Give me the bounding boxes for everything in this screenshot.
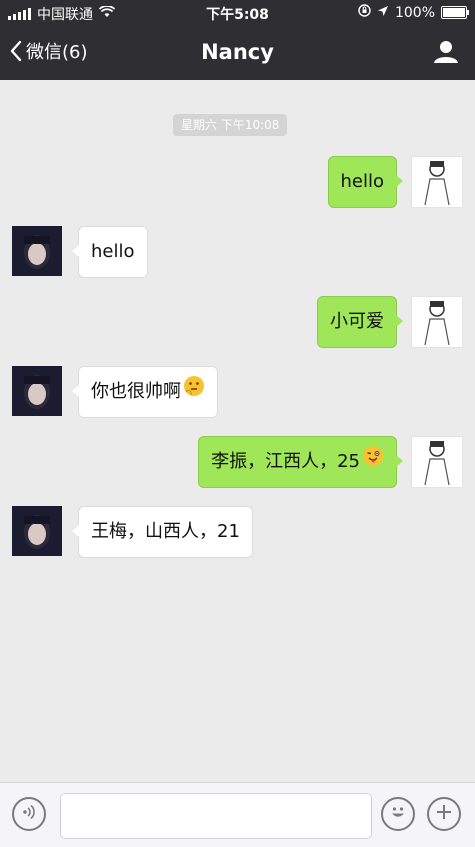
- emoji-button[interactable]: [381, 797, 415, 831]
- my-avatar[interactable]: [411, 436, 463, 488]
- contact-avatar[interactable]: [12, 506, 62, 556]
- voice-button[interactable]: [12, 797, 46, 831]
- status-right: 100%: [358, 4, 469, 21]
- message-text: 李振，江西人，25: [211, 451, 360, 472]
- sent-message-bubble[interactable]: 小可爱: [317, 296, 403, 348]
- input-bar: [0, 782, 475, 847]
- winking-tongue-emoji: [362, 437, 384, 487]
- chat-title: Nancy: [201, 40, 274, 64]
- profile-icon: [433, 41, 459, 68]
- more-button[interactable]: [427, 797, 461, 831]
- message-text: hello: [340, 171, 385, 192]
- sent-message-bubble[interactable]: hello: [327, 156, 403, 208]
- sent-message-bubble[interactable]: 李振，江西人，25: [198, 436, 403, 488]
- contact-avatar[interactable]: [12, 366, 62, 416]
- battery-icon: [441, 6, 469, 19]
- chat-timestamp: 星期六 下午10:08: [173, 114, 288, 136]
- message-input[interactable]: [60, 793, 372, 839]
- plus-icon: [435, 803, 453, 825]
- status-bar: 中国联通 下午5:08 100%: [0, 0, 475, 26]
- message-text: 小可爱: [330, 311, 384, 332]
- location-icon: [377, 5, 389, 21]
- chat-area[interactable]: 星期六 下午10:08 hello hello 小可爱 你也很帅啊 李振，江西人…: [0, 80, 475, 782]
- message-text: 王梅，山西人，21: [91, 521, 240, 542]
- my-avatar[interactable]: [411, 156, 463, 208]
- message-text: 你也很帅啊: [91, 381, 181, 402]
- emoji-face-icon: [387, 801, 409, 827]
- received-message-bubble[interactable]: 王梅，山西人，21: [72, 506, 253, 558]
- profile-button[interactable]: [433, 40, 459, 68]
- received-message-bubble[interactable]: hello: [72, 226, 148, 278]
- voice-icon: [20, 803, 38, 825]
- received-message-bubble[interactable]: 你也很帅啊: [72, 366, 218, 418]
- battery-label: 100%: [394, 4, 435, 21]
- contact-avatar[interactable]: [12, 226, 62, 276]
- thinking-face-emoji: [183, 367, 205, 417]
- message-text: hello: [91, 241, 135, 262]
- nav-bar: 微信(6) Nancy: [0, 26, 475, 80]
- my-avatar[interactable]: [411, 296, 463, 348]
- orientation-lock-icon: [358, 4, 371, 21]
